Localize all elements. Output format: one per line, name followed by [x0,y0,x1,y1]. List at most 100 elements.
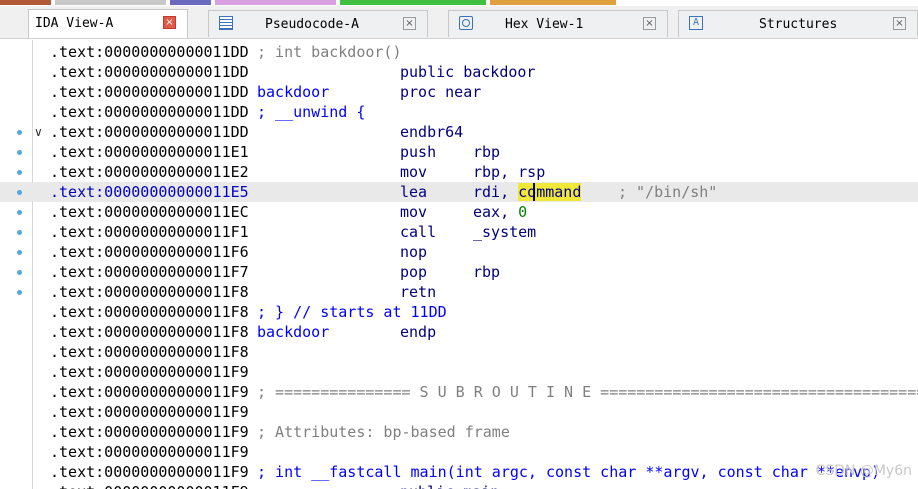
address[interactable]: .text:00000000000011F1 [50,222,249,242]
disasm-line[interactable]: .text:00000000000011F9 public main [0,482,918,489]
operand-register[interactable]: rdi, [473,183,518,201]
address[interactable]: .text:00000000000011E5 [50,182,249,202]
disasm-line[interactable]: .text:00000000000011F8 retn [0,282,918,302]
close-icon[interactable]: × [163,16,176,29]
disasm-line[interactable]: .text:00000000000011F9 [0,362,918,382]
breakpoint-dot-icon[interactable] [17,150,22,155]
disasm-line[interactable]: .text:00000000000011EC mov eax, 0 [0,202,918,222]
comment: ; int __fastcall main(int argc, const ch… [257,463,881,481]
ida-view-disassembly[interactable]: .text:00000000000011DD; int backdoor() .t… [0,40,918,489]
mnemonic[interactable]: retn [400,282,436,302]
close-icon[interactable]: × [893,17,906,30]
address[interactable]: .text:00000000000011F8 [50,282,249,302]
mnemonic[interactable]: endbr64 [400,122,463,142]
disasm-line[interactable]: .text:00000000000011F7 pop rbp [0,262,918,282]
address[interactable]: .text:00000000000011F9 [50,462,249,482]
disasm-line[interactable]: .text:00000000000011DD backdoor proc near [0,82,918,102]
mnemonic[interactable]: push [400,142,436,162]
close-icon[interactable]: × [403,17,416,30]
operands[interactable]: rbp, rsp [473,162,545,182]
label-name[interactable]: backdoor [257,322,329,342]
operands[interactable]: _system [473,222,536,242]
address[interactable]: .text:00000000000011DD [50,62,249,82]
mnemonic[interactable]: lea [400,182,427,202]
mnemonic[interactable]: public backdoor [400,62,535,82]
breakpoint-dot-icon[interactable] [17,270,22,275]
close-icon[interactable]: × [643,17,656,30]
address[interactable]: .text:00000000000011F9 [50,382,249,402]
tab-label: Hex View-1 [505,17,584,32]
comment: ; int backdoor() [257,43,402,61]
legend-swatch [215,0,336,5]
operands[interactable]: rbp [473,262,500,282]
disasm-line[interactable]: .text:00000000000011F9 [0,442,918,462]
highlighted-symbol[interactable]: command [518,183,582,201]
tab-structures[interactable]: A Structures × [678,10,918,37]
immediate-value[interactable]: 0 [518,203,527,221]
structures-icon: A [689,16,703,30]
breakpoint-dot-icon[interactable] [17,290,22,295]
address[interactable]: .text:00000000000011F8 [50,302,249,322]
address[interactable]: .text:00000000000011F9 [50,442,249,462]
disasm-line[interactable]: .text:00000000000011F1 call _system [0,222,918,242]
breakpoint-dot-icon[interactable] [17,130,22,135]
operand-register[interactable]: eax, [473,203,518,221]
mnemonic[interactable]: nop [400,242,427,262]
tab-ida-view-a[interactable]: IDA View-A × [28,9,188,38]
mnemonic[interactable]: call [400,222,436,242]
current-line[interactable]: .text:00000000000011E5 lea rdi, command ; "… [0,182,918,202]
address[interactable]: .text:00000000000011E1 [50,142,249,162]
address[interactable]: .text:00000000000011DD [50,122,249,142]
operands[interactable]: rbp [473,142,500,162]
disasm-line[interactable]: .text:00000000000011F8 ; } // starts at 1… [0,302,918,322]
legend-swatch [55,0,166,5]
address[interactable]: .text:00000000000011F7 [50,262,249,282]
watermark: CSDN @My6n [815,463,912,479]
address[interactable]: .text:00000000000011DD [50,102,249,122]
breakpoint-dot-icon[interactable] [17,250,22,255]
address[interactable]: .text:00000000000011E2 [50,162,249,182]
disasm-line[interactable]: .text:00000000000011F9 ; Attributes: bp-b… [0,422,918,442]
breakpoint-dot-icon[interactable] [17,170,22,175]
disasm-line[interactable]: .text:00000000000011F9 [0,402,918,422]
disasm-line[interactable]: .text:00000000000011DD ; __unwind { [0,102,918,122]
breakpoint-dot-icon[interactable] [17,230,22,235]
tab-bar: IDA View-A × Pseudocode-A × Hex View-1 × A Stru… [0,6,918,39]
disasm-line[interactable]: .text:00000000000011DD ; int backdoor() [0,42,918,62]
disasm-line[interactable]: .text:00000000000011F6 nop [0,242,918,262]
address[interactable]: .text:00000000000011F6 [50,242,249,262]
mnemonic[interactable]: pop [400,262,427,282]
disasm-line[interactable]: .text:00000000000011F8 [0,342,918,362]
address[interactable]: .text:00000000000011DD [50,42,249,62]
tab-pseudocode-a[interactable]: Pseudocode-A × [208,10,428,37]
address[interactable]: .text:00000000000011F9 [50,482,249,489]
address[interactable]: .text:00000000000011F9 [50,402,249,422]
mnemonic[interactable]: mov [400,162,427,182]
chevron-down-icon[interactable]: ∨ [34,122,43,142]
mnemonic[interactable]: public main [400,482,499,489]
mnemonic[interactable]: endp [400,322,436,342]
breakpoint-dot-icon[interactable] [17,190,22,195]
mnemonic[interactable]: proc near [400,82,481,102]
breakpoint-dot-icon[interactable] [17,210,22,215]
comment: ; Attributes: bp-based frame [257,423,510,441]
label-name[interactable]: backdoor [257,82,329,102]
operands[interactable]: eax, 0 [473,202,527,222]
address[interactable]: .text:00000000000011EC [50,202,249,222]
disasm-line[interactable]: ∨ .text:00000000000011DD endbr64 [0,122,918,142]
disasm-line[interactable]: .text:00000000000011E1 push rbp [0,142,918,162]
tab-hex-view-1[interactable]: Hex View-1 × [448,10,668,37]
disasm-line[interactable]: .text:00000000000011E2 mov rbp, rsp [0,162,918,182]
pseudocode-icon [219,16,233,30]
disasm-line[interactable]: .text:00000000000011F9 ; int __fastcall m… [0,462,918,482]
address[interactable]: .text:00000000000011DD [50,82,249,102]
disasm-line[interactable]: .text:00000000000011F8 backdoor endp [0,322,918,342]
address[interactable]: .text:00000000000011F8 [50,342,249,362]
address[interactable]: .text:00000000000011F9 [50,422,249,442]
disasm-line[interactable]: .text:00000000000011DD public backdoor [0,62,918,82]
address[interactable]: .text:00000000000011F8 [50,322,249,342]
address[interactable]: .text:00000000000011F9 [50,362,249,382]
disasm-line[interactable]: .text:00000000000011F9 ; =============== … [0,382,918,402]
mnemonic[interactable]: mov [400,202,427,222]
operands[interactable]: rdi, command [473,182,582,202]
